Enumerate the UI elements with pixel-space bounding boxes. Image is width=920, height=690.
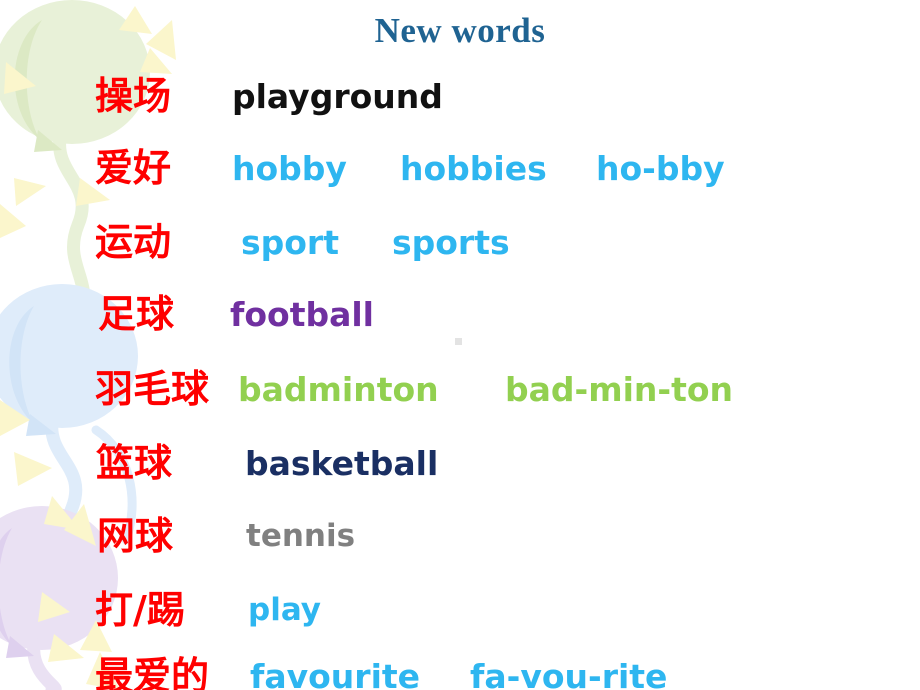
english-word: play [248, 591, 321, 628]
vocab-row: 足球 football [0, 278, 920, 350]
chinese-term: 最爱的 [95, 654, 210, 690]
chinese-term: 羽毛球 [95, 367, 210, 411]
english-word: badminton [238, 369, 439, 409]
vocab-row: 爱好 hobby hobbies ho-bby [0, 132, 920, 204]
page-title: New words [374, 11, 546, 50]
chinese-term: 篮球 [96, 441, 173, 485]
chinese-term: 打/踢 [95, 588, 185, 632]
vocab-row: 羽毛球 badminton bad-min-ton [0, 353, 920, 425]
english-word-syllables: fa-vou-rite [470, 656, 668, 690]
english-word: tennis [246, 517, 356, 554]
chinese-term: 运动 [95, 220, 172, 264]
vocab-row: 运动 sport sports [0, 206, 920, 278]
english-word: sport [241, 222, 339, 262]
english-word-syllables: bad-min-ton [505, 369, 734, 409]
vocab-row: 打/踢 play [0, 574, 920, 646]
english-word: basketball [245, 443, 439, 483]
vocab-row: 网球 tennis [0, 500, 920, 572]
vocab-row: 操场 playground [0, 60, 920, 132]
vocab-row: 最爱的 favourite fa-vou-rite [0, 640, 920, 690]
chinese-term: 网球 [97, 514, 174, 558]
english-word: favourite [250, 656, 421, 690]
english-word-syllables: ho-bby [596, 148, 725, 188]
chinese-term: 足球 [98, 292, 175, 336]
english-word-plural: sports [392, 222, 510, 262]
slide-canvas: New words 操场 playground 爱好 hobby hobbies… [0, 0, 920, 690]
chinese-term: 爱好 [95, 146, 172, 190]
english-word: football [230, 294, 374, 334]
english-word-plural: hobbies [400, 148, 547, 188]
chinese-term: 操场 [95, 74, 172, 118]
english-word: playground [232, 76, 443, 116]
vocab-row: 篮球 basketball [0, 427, 920, 499]
english-word: hobby [232, 148, 347, 188]
